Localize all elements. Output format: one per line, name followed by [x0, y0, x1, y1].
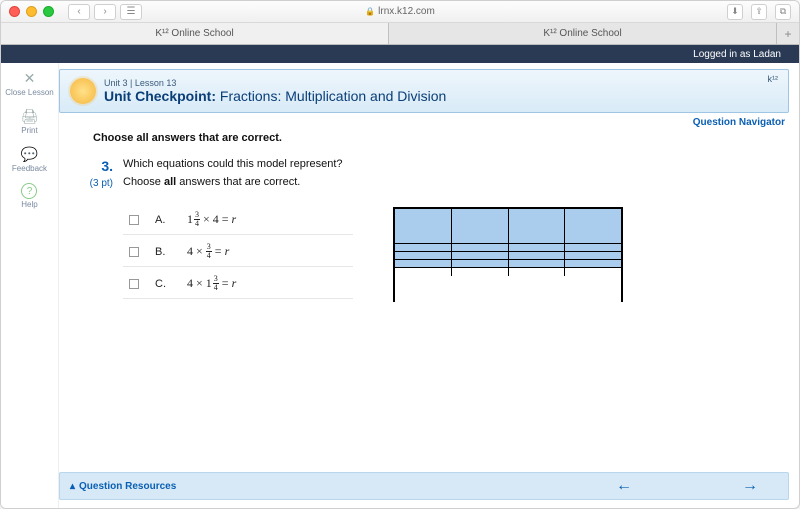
sidebar-item-label: Feedback: [12, 165, 47, 173]
print-icon: 🖨: [19, 107, 41, 125]
feedback-icon: 💬: [18, 145, 40, 163]
sidebar-item-label: Print: [21, 127, 37, 135]
question-sub-instruction: Choose all answers that are correct.: [123, 176, 343, 188]
footer-bar: ▴ Question Resources ← →: [59, 472, 789, 500]
tab-bar: K¹² Online School K¹² Online School +: [1, 23, 799, 45]
download-icon[interactable]: ⬇: [727, 4, 743, 20]
sidebar-item-close-lesson[interactable]: ✕ Close Lesson: [5, 69, 53, 97]
sidebar-toggle-icon[interactable]: ☰: [120, 4, 142, 20]
sidebar-item-label: Help: [21, 201, 37, 209]
browser-window: ‹ › ☰ 🔒 lrnx.k12.com ⬇ ⇪ ⧉ K¹² Online Sc…: [0, 0, 800, 509]
new-tab-button[interactable]: +: [777, 23, 799, 44]
answer-math: 4 × 34 = r: [187, 243, 229, 260]
answer-label: C.: [155, 278, 171, 290]
answer-math: 4 × 134 = r: [187, 275, 236, 292]
close-lesson-icon: ✕: [18, 69, 40, 87]
page-title: Unit Checkpoint: Fractions: Multiplicati…: [104, 88, 446, 104]
answer-option-a[interactable]: A. 134 × 4 = r: [123, 207, 353, 235]
window-minimize-icon[interactable]: [26, 6, 37, 17]
k12-logo: k¹²: [768, 74, 779, 84]
lesson-banner: Unit 3 | Lesson 13 Unit Checkpoint: Frac…: [59, 69, 789, 113]
answer-label: B.: [155, 246, 171, 258]
page-instruction: Choose all answers that are correct.: [93, 132, 779, 144]
answer-option-b[interactable]: B. 4 × 34 = r: [123, 239, 353, 267]
window-zoom-icon[interactable]: [43, 6, 54, 17]
prev-question-button[interactable]: ←: [616, 477, 632, 495]
share-icon[interactable]: ⇪: [751, 4, 767, 20]
titlebar: ‹ › ☰ 🔒 lrnx.k12.com ⬇ ⇪ ⧉: [1, 1, 799, 23]
left-sidebar: ✕ Close Lesson 🖨 Print 💬 Feedback ? Help: [1, 63, 59, 508]
question-resources-label: Question Resources: [79, 481, 176, 492]
window-close-icon[interactable]: [9, 6, 20, 17]
tab-label: K¹² Online School: [155, 28, 233, 39]
browser-tab[interactable]: K¹² Online School: [1, 23, 389, 44]
sidebar-item-print[interactable]: 🖨 Print: [19, 107, 41, 135]
lock-icon: 🔒: [365, 7, 375, 16]
question-stem: Which equations could this model represe…: [123, 158, 343, 170]
login-bar: Logged in as Ladan: [1, 45, 799, 63]
url-text: lrnx.k12.com: [378, 6, 435, 17]
next-question-button[interactable]: →: [742, 477, 758, 495]
chevron-up-icon: ▴: [70, 481, 75, 492]
login-text: Logged in as Ladan: [693, 49, 781, 60]
sidebar-item-feedback[interactable]: 💬 Feedback: [12, 145, 47, 173]
fraction-model-diagram: [393, 207, 623, 302]
sun-icon: [70, 78, 96, 104]
sidebar-item-label: Close Lesson: [5, 89, 53, 97]
address-bar[interactable]: 🔒 lrnx.k12.com: [365, 6, 435, 17]
answer-math: 134 × 4 = r: [187, 211, 236, 228]
tabs-icon[interactable]: ⧉: [775, 4, 791, 20]
question-navigator-link[interactable]: Question Navigator: [693, 117, 785, 128]
question-points: (3 pt): [89, 178, 113, 189]
checkbox[interactable]: [129, 279, 139, 289]
forward-button[interactable]: ›: [94, 4, 116, 20]
help-icon: ?: [21, 183, 37, 199]
browser-tab[interactable]: K¹² Online School: [389, 23, 777, 44]
checkbox[interactable]: [129, 215, 139, 225]
answer-label: A.: [155, 214, 171, 226]
breadcrumb: Unit 3 | Lesson 13: [104, 78, 446, 88]
sidebar-item-help[interactable]: ? Help: [21, 183, 37, 209]
question-number: 3.: [89, 158, 113, 174]
question-resources-button[interactable]: ▴ Question Resources: [70, 481, 176, 492]
answer-list: A. 134 × 4 = r B. 4 ×: [123, 207, 353, 302]
tab-label: K¹² Online School: [543, 28, 621, 39]
answer-option-c[interactable]: C. 4 × 134 = r: [123, 271, 353, 299]
back-button[interactable]: ‹: [68, 4, 90, 20]
checkbox[interactable]: [129, 247, 139, 257]
